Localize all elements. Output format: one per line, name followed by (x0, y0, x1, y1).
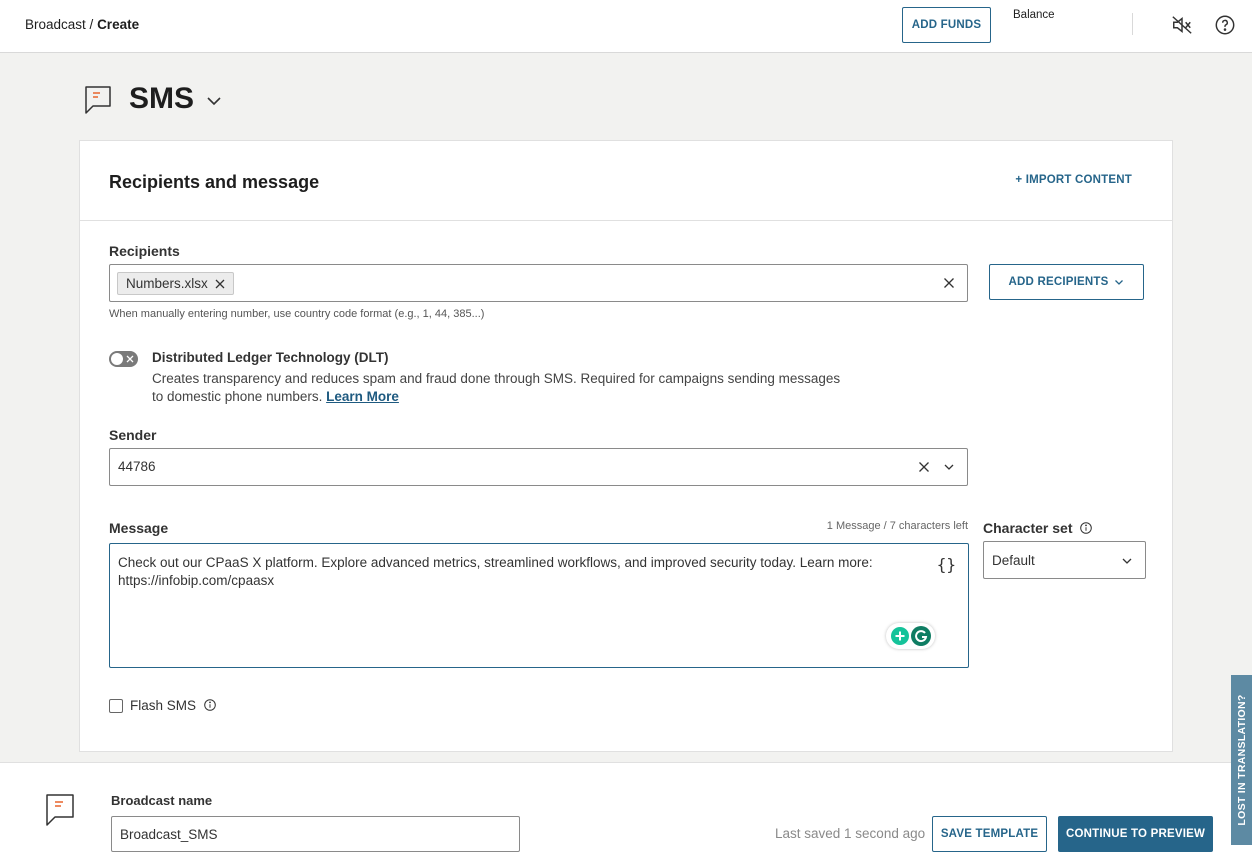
clear-icon[interactable] (943, 277, 955, 289)
dlt-title: Distributed Ledger Technology (DLT) (152, 350, 389, 365)
message-textarea[interactable]: Check out our CPaaS X platform. Explore … (109, 543, 969, 668)
lightbulb-icon (891, 627, 909, 645)
flash-sms-label: Flash SMS (130, 698, 216, 713)
info-icon[interactable] (203, 699, 216, 711)
broadcast-name-label: Broadcast name (111, 793, 213, 808)
message-flag-icon (46, 794, 74, 826)
charset-value: Default (992, 553, 1035, 568)
chevron-down-icon (1115, 280, 1124, 285)
add-recipients-button[interactable]: ADD RECIPIENTS (989, 264, 1144, 300)
chevron-down-icon[interactable] (204, 91, 224, 111)
chevron-down-icon (1122, 558, 1132, 564)
message-text: Check out our CPaaS X platform. Explore … (118, 555, 873, 588)
breadcrumb-root[interactable]: Broadcast (25, 17, 86, 32)
recipient-chip-label: Numbers.xlsx (126, 276, 208, 291)
grammarly-widget[interactable] (886, 623, 935, 649)
close-icon[interactable] (215, 279, 225, 289)
breadcrumb-current: Create (97, 17, 140, 32)
recipients-hint: When manually entering number, use count… (109, 308, 485, 320)
toggle-knob (111, 353, 123, 365)
clear-icon[interactable] (918, 461, 930, 473)
charset-label-text: Character set (983, 520, 1073, 536)
info-icon[interactable] (1080, 522, 1093, 534)
sender-label: Sender (109, 427, 157, 443)
flash-sms-text: Flash SMS (130, 698, 197, 713)
sender-value: 44786 (118, 459, 156, 474)
broadcast-name-input[interactable]: Broadcast_SMS (111, 816, 520, 852)
page-title: SMS (129, 82, 195, 115)
grammarly-logo-icon (911, 626, 931, 646)
speaker-muted-icon[interactable] (1171, 14, 1193, 36)
recipients-input[interactable]: Numbers.xlsx (109, 264, 968, 302)
top-bar: Broadcast / Create ADD FUNDS Balance (0, 0, 1252, 53)
breadcrumb-separator: / (85, 17, 98, 32)
chevron-down-icon[interactable] (943, 461, 955, 473)
message-counter: 1 Message / 7 characters left (826, 520, 968, 532)
toggle-off-icon (126, 355, 134, 363)
dlt-description: Creates transparency and reduces spam an… (152, 370, 852, 406)
flash-sms-checkbox[interactable] (109, 699, 123, 713)
dlt-description-text: Creates transparency and reduces spam an… (152, 371, 841, 404)
add-funds-button[interactable]: ADD FUNDS (902, 7, 991, 43)
card-header: Recipients and message + IMPORT CONTENT (80, 141, 1172, 221)
message-label: Message (109, 520, 169, 536)
lost-in-translation-label: LOST IN TRANSLATION? (1235, 694, 1248, 826)
continue-to-preview-button[interactable]: CONTINUE TO PREVIEW (1058, 816, 1213, 852)
footer-bar: Broadcast name Broadcast_SMS Last saved … (0, 762, 1252, 866)
balance-label: Balance (1013, 9, 1055, 21)
charset-select[interactable]: Default (983, 541, 1146, 579)
card-title: Recipients and message (109, 172, 320, 192)
charset-label: Character set (983, 520, 1093, 536)
breadcrumb: Broadcast / Create (25, 17, 139, 32)
help-icon[interactable] (1214, 14, 1236, 36)
dlt-toggle[interactable] (109, 351, 138, 367)
sender-select[interactable]: 44786 (109, 448, 968, 486)
import-content-button[interactable]: + IMPORT CONTENT (1015, 174, 1132, 186)
divider (1132, 13, 1133, 35)
learn-more-link[interactable]: Learn More (326, 389, 399, 404)
recipients-message-card: Recipients and message + IMPORT CONTENT … (79, 140, 1173, 752)
insert-placeholder-button[interactable]: {} (937, 555, 956, 574)
message-flag-icon (85, 86, 111, 114)
lost-in-translation-tab[interactable]: LOST IN TRANSLATION? (1231, 675, 1252, 845)
recipient-chip: Numbers.xlsx (117, 272, 234, 295)
save-template-button[interactable]: SAVE TEMPLATE (932, 816, 1047, 852)
add-recipients-label: ADD RECIPIENTS (1008, 276, 1109, 288)
recipients-label: Recipients (109, 243, 180, 259)
last-saved-text: Last saved 1 second ago (775, 826, 926, 841)
